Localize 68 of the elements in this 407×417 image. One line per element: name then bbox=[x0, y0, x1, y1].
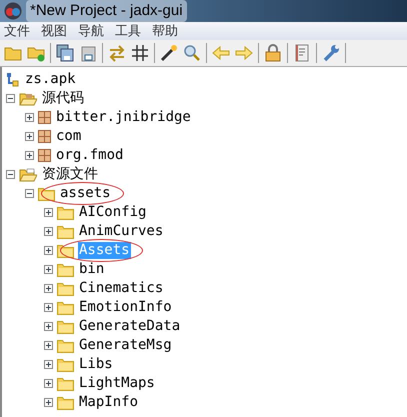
expand-toggle-icon[interactable] bbox=[44, 360, 53, 369]
tree-item-label[interactable]: GenerateMsg bbox=[78, 337, 173, 354]
sync-arrows-icon[interactable] bbox=[108, 44, 126, 62]
tree-item-label[interactable]: Libs bbox=[78, 356, 114, 373]
package-icon bbox=[38, 149, 51, 162]
folder-icon bbox=[57, 358, 74, 372]
expand-toggle-icon[interactable] bbox=[25, 113, 34, 122]
folder-icon bbox=[57, 262, 74, 276]
project-icon bbox=[6, 72, 20, 88]
tree-item-label[interactable]: zs.apk bbox=[24, 71, 77, 88]
wrench-icon[interactable] bbox=[322, 44, 340, 62]
app-logo-icon bbox=[4, 2, 22, 20]
menu-item[interactable]: 视图 bbox=[41, 21, 67, 41]
tree-item-label[interactable]: bin bbox=[78, 261, 106, 278]
open-folder-icon bbox=[19, 168, 37, 182]
magic-wand-icon[interactable] bbox=[160, 44, 178, 62]
folder-icon bbox=[38, 186, 55, 200]
folder-icon bbox=[57, 224, 74, 238]
folder-icon bbox=[57, 206, 74, 220]
expand-toggle-icon[interactable] bbox=[44, 341, 53, 350]
menu-item[interactable]: 工具 bbox=[115, 21, 141, 41]
menu-item[interactable]: 导航 bbox=[78, 21, 104, 41]
expand-toggle-icon[interactable] bbox=[44, 284, 53, 293]
tree-item-label[interactable]: GenerateData bbox=[78, 318, 182, 335]
collapse-toggle-icon[interactable] bbox=[6, 170, 15, 179]
tree-item-label[interactable]: MapInfo bbox=[78, 394, 140, 411]
folder-icon bbox=[57, 282, 74, 296]
expand-toggle-icon[interactable] bbox=[44, 246, 53, 255]
tree-item-label[interactable]: AnimCurves bbox=[78, 223, 164, 240]
save-icon[interactable] bbox=[79, 44, 97, 62]
menu-item[interactable]: 帮助 bbox=[152, 21, 178, 41]
expand-toggle-icon[interactable] bbox=[44, 398, 53, 407]
lock-icon[interactable] bbox=[264, 44, 282, 62]
expand-toggle-icon[interactable] bbox=[25, 132, 34, 141]
folder-icon bbox=[57, 244, 74, 258]
tree-item-label[interactable]: com bbox=[55, 128, 82, 145]
menu-item[interactable]: 文件 bbox=[4, 21, 30, 41]
folder-icon bbox=[57, 396, 74, 410]
tree-item-label[interactable]: Cinematics bbox=[78, 280, 164, 297]
package-icon bbox=[38, 130, 51, 143]
folder-icon bbox=[57, 320, 74, 334]
log-document-icon[interactable] bbox=[293, 44, 311, 62]
expand-toggle-icon[interactable] bbox=[44, 265, 53, 274]
tree-item-label[interactable]: LightMaps bbox=[78, 375, 156, 392]
open-folder-icon bbox=[19, 92, 37, 106]
tree-item-label[interactable]: AIConfig bbox=[78, 204, 148, 221]
tree-item-label[interactable]: 源代码 bbox=[41, 90, 85, 107]
save-all-icon[interactable] bbox=[56, 44, 74, 62]
expand-toggle-icon[interactable] bbox=[44, 303, 53, 312]
expand-toggle-icon[interactable] bbox=[44, 379, 53, 388]
grid-icon[interactable] bbox=[131, 44, 149, 62]
tree-item-label[interactable]: EmotionInfo bbox=[78, 299, 173, 316]
tree-item-label[interactable]: bitter.jnibridge bbox=[55, 109, 192, 126]
collapse-toggle-icon[interactable] bbox=[6, 94, 15, 103]
collapse-toggle-icon[interactable] bbox=[25, 189, 34, 198]
expand-toggle-icon[interactable] bbox=[44, 227, 53, 236]
tree-item-label[interactable]: org.fmod bbox=[55, 147, 124, 164]
folder-icon bbox=[57, 338, 74, 352]
expand-toggle-icon[interactable] bbox=[25, 151, 34, 160]
expand-toggle-icon[interactable] bbox=[44, 322, 53, 331]
tree-item-label[interactable]: assets bbox=[59, 185, 112, 202]
expand-toggle-icon[interactable] bbox=[44, 208, 53, 217]
package-icon bbox=[38, 111, 51, 124]
tree-item-label[interactable]: 资源文件 bbox=[41, 166, 99, 183]
window-title: *New Project - jadx-gui bbox=[26, 0, 187, 22]
folder-icon bbox=[57, 300, 74, 314]
search-icon[interactable] bbox=[183, 44, 201, 62]
folder-icon bbox=[57, 376, 74, 390]
